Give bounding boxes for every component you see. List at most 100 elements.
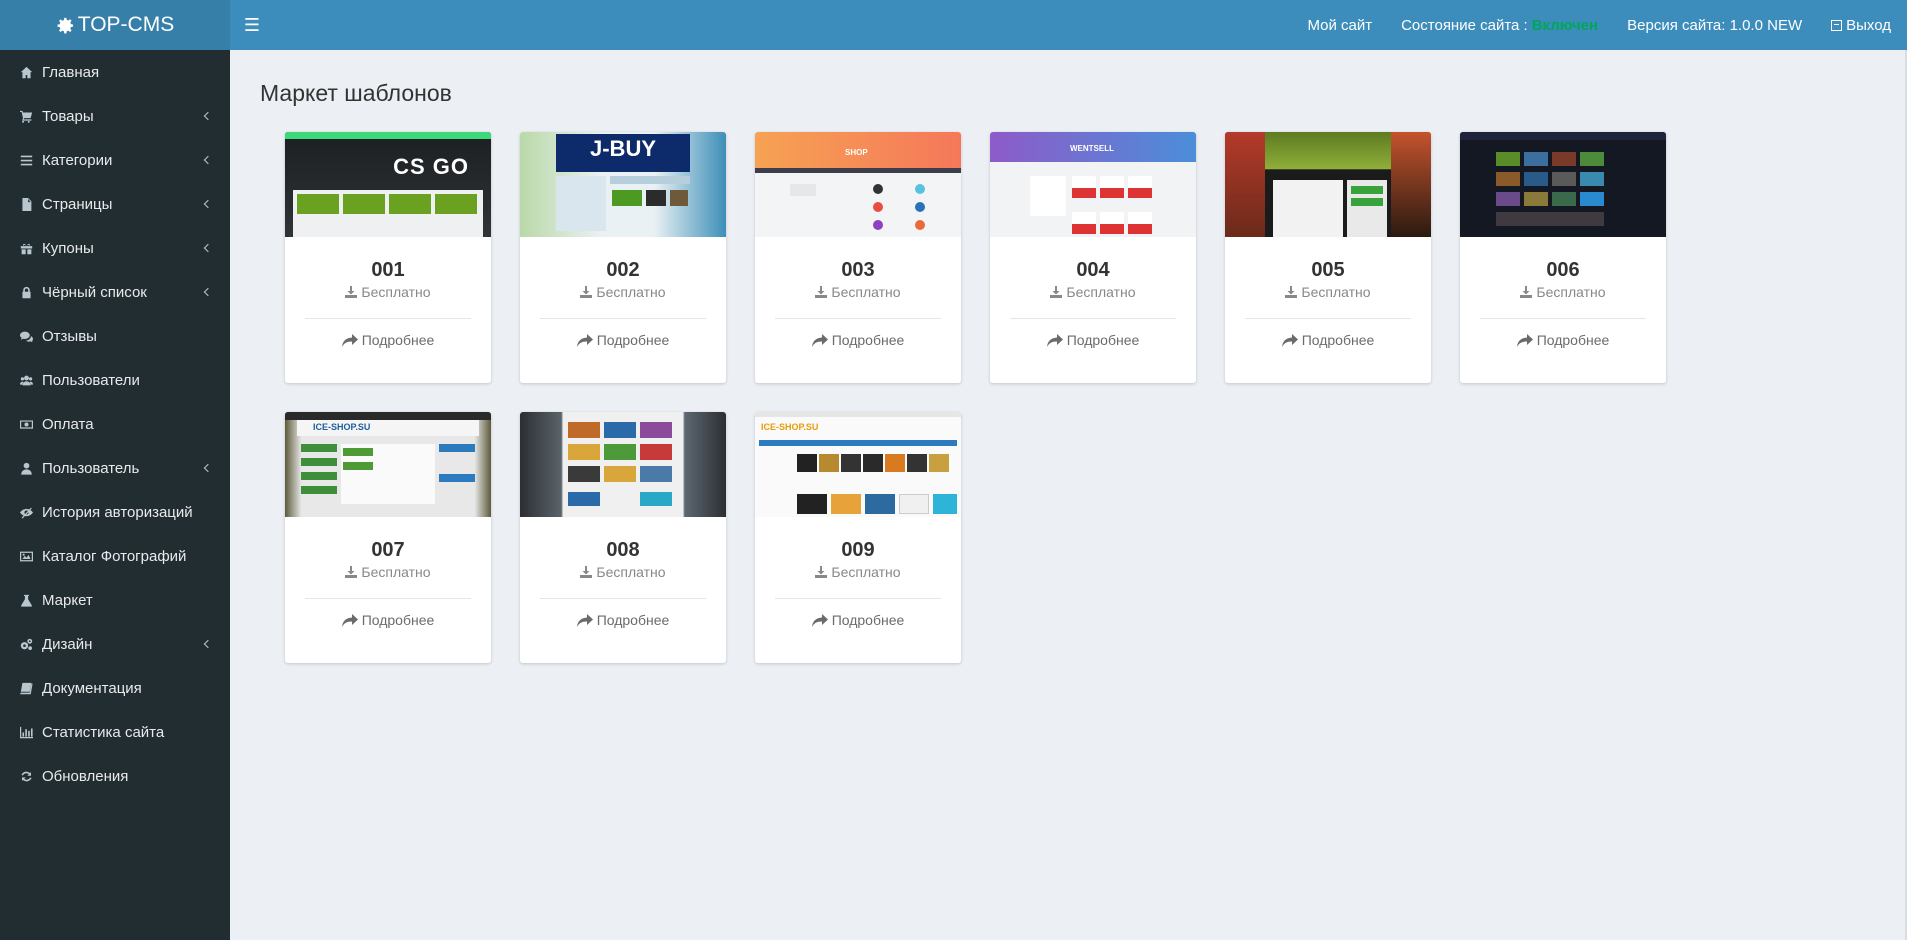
template-number: 001 (371, 259, 405, 281)
template-thumbnail[interactable] (520, 412, 726, 517)
thumbnail-title: SHOP (845, 148, 868, 157)
site-status-label: Состояние сайта : (1401, 16, 1528, 34)
sidebar-item-documentation[interactable]: Документация (0, 666, 230, 710)
site-status-value: Включен (1531, 16, 1599, 34)
logout-icon (1831, 19, 1843, 31)
sidebar-item-label: Отзывы (42, 327, 97, 345)
template-price: Бесплатно (755, 564, 961, 580)
template-thumbnail[interactable]: SHOP (755, 132, 961, 237)
template-price-label: Бесплатно (596, 564, 666, 580)
details-link[interactable]: Подробнее (520, 612, 726, 628)
template-price: Бесплатно (285, 284, 491, 300)
sidebar: Главная Товары Категории Страницы Купоны… (0, 50, 230, 940)
sidebar-item-label: Дизайн (42, 635, 93, 653)
sidebar-item-coupons[interactable]: Купоны (0, 226, 230, 270)
sidebar-item-categories[interactable]: Категории (0, 138, 230, 182)
template-card: 005 Бесплатно Подробнее (1225, 132, 1431, 383)
sidebar-item-label: Товары (42, 107, 94, 125)
sidebar-item-design[interactable]: Дизайн (0, 622, 230, 666)
sidebar-item-blacklist[interactable]: Чёрный список (0, 270, 230, 314)
logout-link[interactable]: Выход (1831, 17, 1891, 34)
thumbnail-title: WENTSELL (1070, 144, 1114, 153)
sidebar-item-label: Маркет (42, 591, 93, 609)
download-icon (815, 286, 828, 298)
card-divider (540, 598, 706, 599)
download-icon (345, 566, 358, 578)
template-card: CS GO 001 Бесплатно Подробнее (285, 132, 491, 383)
details-link[interactable]: Подробнее (990, 332, 1196, 348)
share-icon (1516, 333, 1533, 347)
template-thumbnail[interactable]: ICE-SHOP.SU (755, 412, 961, 517)
template-price-label: Бесплатно (831, 284, 901, 300)
site-status: Состояние сайта : Включен (1401, 17, 1598, 34)
sidebar-item-updates[interactable]: Обновления (0, 754, 230, 798)
details-link-label: Подробнее (596, 332, 670, 348)
template-price-label: Бесплатно (361, 284, 431, 300)
details-link[interactable]: Подробнее (285, 612, 491, 628)
thumbnail-title: ICE-SHOP.SU (313, 422, 371, 432)
details-link-label: Подробнее (361, 332, 435, 348)
template-price: Бесплатно (990, 284, 1196, 300)
download-icon (1050, 286, 1063, 298)
sidebar-item-label: Документация (42, 679, 142, 697)
details-link[interactable]: Подробнее (520, 332, 726, 348)
chevron-left-icon (203, 639, 213, 649)
details-link-label: Подробнее (1066, 332, 1140, 348)
template-thumbnail[interactable] (1460, 132, 1666, 237)
card-divider (540, 318, 706, 319)
template-card: WENTSELL 004 Бесплатно Подробнее (990, 132, 1196, 383)
thumbnail-title: ICE-SHOP.SU (761, 422, 819, 432)
sidebar-toggle-button[interactable]: ☰ (230, 0, 274, 50)
logo[interactable]: TOP-CMS (0, 0, 230, 50)
home-icon (18, 64, 34, 80)
template-number: 004 (1076, 259, 1110, 281)
sidebar-item-auth-history[interactable]: История авторизаций (0, 490, 230, 534)
download-icon (345, 286, 358, 298)
file-icon (18, 196, 34, 212)
template-thumbnail[interactable]: J-BUY (520, 132, 726, 237)
main-content: Маркет шаблонов CS GO 001 Бесплатно Подр… (230, 50, 1907, 940)
details-link[interactable]: Подробнее (1460, 332, 1666, 348)
book-icon (18, 680, 34, 696)
sidebar-item-products[interactable]: Товары (0, 94, 230, 138)
template-thumbnail[interactable]: ICE-SHOP.SU (285, 412, 491, 517)
template-card: J-BUY 002 Бесплатно Подробнее (520, 132, 726, 383)
template-number: 005 (1311, 259, 1345, 281)
sidebar-item-users[interactable]: Пользователи (0, 358, 230, 402)
share-icon (576, 333, 593, 347)
lock-icon (18, 284, 34, 300)
share-icon (341, 333, 358, 347)
template-price: Бесплатно (1460, 284, 1666, 300)
sidebar-item-reviews[interactable]: Отзывы (0, 314, 230, 358)
thumbnail-title: J-BUY (590, 136, 657, 161)
download-icon (580, 566, 593, 578)
details-link-label: Подробнее (831, 612, 905, 628)
sidebar-item-market[interactable]: Маркет (0, 578, 230, 622)
template-thumbnail[interactable] (1225, 132, 1431, 237)
sidebar-item-label: Каталог Фотографий (42, 547, 187, 565)
sidebar-item-statistics[interactable]: Статистика сайта (0, 710, 230, 754)
hamburger-icon: ☰ (243, 14, 261, 35)
details-link[interactable]: Подробнее (285, 332, 491, 348)
details-link[interactable]: Подробнее (755, 612, 961, 628)
template-thumbnail[interactable]: CS GO (285, 132, 491, 237)
card-divider (1245, 318, 1411, 319)
my-site-link[interactable]: Мой сайт (1307, 17, 1372, 34)
details-link-label: Подробнее (1536, 332, 1610, 348)
sidebar-item-home[interactable]: Главная (0, 50, 230, 94)
share-icon (811, 333, 828, 347)
sidebar-item-label: Страницы (42, 195, 113, 213)
details-link[interactable]: Подробнее (1225, 332, 1431, 348)
template-card: SHOP 003 Бесплатно Подробнее (755, 132, 961, 383)
template-thumbnail[interactable]: WENTSELL (990, 132, 1196, 237)
sidebar-item-photo-catalog[interactable]: Каталог Фотографий (0, 534, 230, 578)
template-number: 002 (606, 259, 640, 281)
sidebar-item-user[interactable]: Пользователь (0, 446, 230, 490)
template-price-label: Бесплатно (596, 284, 666, 300)
details-link[interactable]: Подробнее (755, 332, 961, 348)
template-card: ICE-SHOP.SU 007 Бесплатно Подробнее (285, 412, 491, 663)
sidebar-item-pages[interactable]: Страницы (0, 182, 230, 226)
sidebar-item-payment[interactable]: Оплата (0, 402, 230, 446)
template-price: Бесплатно (520, 284, 726, 300)
top-nav: Мой сайт Состояние сайта : Включен Верси… (1278, 0, 1907, 50)
